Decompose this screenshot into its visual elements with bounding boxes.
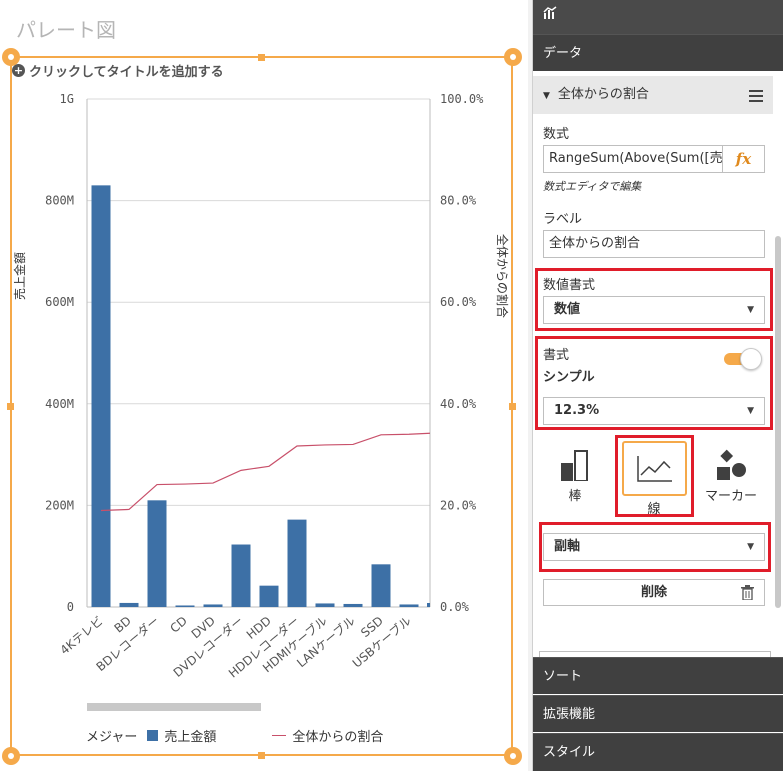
- chevron-down-icon: ▼: [747, 305, 754, 315]
- marker-type-icon: [717, 449, 746, 480]
- bar: [175, 605, 195, 607]
- resize-handle-bottom-left[interactable]: [2, 747, 20, 765]
- bar-type-icon: [561, 450, 588, 482]
- bar: [231, 544, 251, 607]
- panel-vertical-scrollbar[interactable]: [775, 236, 781, 608]
- label-field[interactable]: 全体からの割合: [543, 230, 765, 258]
- type-bar-label: 棒: [568, 489, 582, 504]
- bar: [315, 603, 335, 607]
- right-tick-label: 80.0%: [440, 194, 477, 208]
- right-tick-label: 60.0%: [440, 295, 477, 309]
- chevron-down-icon: ▼: [747, 542, 754, 552]
- add-title-prompt[interactable]: + クリックしてタイトルを追加する: [12, 61, 224, 80]
- type-line-label: 線: [647, 502, 661, 517]
- tab-extensions[interactable]: 拡張機能: [533, 695, 783, 732]
- right-tick-label: 20.0%: [440, 498, 477, 512]
- right-axis-title: 全体からの割合: [495, 234, 510, 318]
- expression-editor-hint[interactable]: 数式エディタで編集: [543, 178, 641, 194]
- resize-handle-top[interactable]: [258, 54, 265, 61]
- left-tick-label: 1G: [60, 92, 74, 106]
- type-line-option[interactable]: [622, 441, 687, 496]
- chart-horizontal-scrollbar[interactable]: [87, 703, 261, 711]
- legend-swatch-line: [272, 735, 287, 736]
- sheet-title[interactable]: パレート図: [16, 14, 116, 43]
- bar: [399, 604, 419, 607]
- left-axis-title: 売上金額: [12, 252, 27, 300]
- add-title-label: クリックしてタイトルを追加する: [29, 65, 224, 80]
- format-pattern-select[interactable]: 12.3% ▼: [543, 397, 765, 425]
- label-label: ラベル: [543, 212, 583, 227]
- resize-handle-bottom-right[interactable]: [504, 747, 522, 765]
- cumulative-line: [100, 432, 431, 512]
- bar: [147, 500, 167, 607]
- bar: [371, 564, 391, 607]
- caret-down-icon: ▼: [543, 91, 550, 101]
- properties-panel: データ ▼ 全体からの割合 数式 RangeSum(Above(Sum([売上 f…: [532, 0, 783, 771]
- bar: [119, 602, 139, 607]
- chart-legend: メジャー 売上金額 全体からの割合: [86, 726, 383, 745]
- measure-header-label: 全体からの割合: [557, 87, 649, 102]
- type-marker-option[interactable]: マーカー: [701, 449, 761, 504]
- hamburger-menu-icon[interactable]: [749, 90, 763, 105]
- bar: [343, 603, 363, 607]
- legend-item-bar: 売上金額: [164, 730, 217, 745]
- expression-field[interactable]: RangeSum(Above(Sum([売上: [543, 145, 723, 173]
- format-label: 書式: [543, 348, 570, 363]
- type-bar-option[interactable]: 棒: [545, 449, 605, 504]
- bar: [91, 185, 111, 608]
- combo-chart-icon: [543, 6, 557, 19]
- left-tick-label: 800M: [45, 194, 74, 208]
- legend-swatch-bar: [147, 730, 159, 741]
- x-tick-label: 4Kテレビ: [57, 614, 105, 658]
- fx-button[interactable]: fx: [722, 145, 765, 173]
- legend-item-line: 全体からの割合: [292, 730, 384, 745]
- line-type-icon: [637, 456, 672, 482]
- x-tick-label: CD: [167, 614, 190, 636]
- trash-icon: [741, 585, 754, 600]
- left-tick-label: 400M: [45, 397, 74, 411]
- number-format-value: 数値: [554, 302, 581, 317]
- pareto-chart[interactable]: 0 0.0% 200M 20.0% 400M 40.0% 600M 60.0% 800M 80.0…: [0, 80, 520, 680]
- resize-handle-top-right[interactable]: [504, 48, 522, 66]
- right-tick-label: 40.0%: [440, 397, 477, 411]
- bar: [287, 519, 307, 607]
- sheet-canvas: パレート図 + クリックしてタイトルを追加する 0 0.0% 200M 20.0% 40…: [0, 0, 532, 771]
- measure-section-header[interactable]: ▼ 全体からの割合: [533, 76, 773, 114]
- delete-measure-button[interactable]: 削除: [543, 579, 765, 606]
- tab-data[interactable]: データ: [533, 34, 783, 71]
- axis-value: 副軸: [554, 539, 581, 554]
- right-tick-label: 0.0%: [440, 600, 470, 614]
- format-pattern-value: 12.3%: [554, 403, 600, 418]
- axis-select[interactable]: 副軸 ▼: [543, 533, 765, 561]
- bar: [259, 585, 279, 607]
- format-toggle[interactable]: [724, 348, 764, 370]
- left-tick-label: 200M: [45, 498, 74, 512]
- type-marker-label: マーカー: [704, 489, 757, 504]
- right-tick-label: 100.0%: [440, 92, 484, 106]
- format-mode-label: シンプル: [543, 370, 595, 385]
- panel-header: [533, 0, 783, 34]
- expression-label: 数式: [543, 127, 570, 142]
- left-tick-label: 600M: [45, 295, 74, 309]
- plus-circle-icon: +: [12, 64, 25, 77]
- delete-label: 削除: [640, 585, 667, 600]
- resize-handle-bottom[interactable]: [258, 752, 265, 759]
- tab-sort[interactable]: ソート: [533, 657, 783, 694]
- left-tick-label: 0: [67, 600, 74, 614]
- legend-title: メジャー: [86, 730, 138, 745]
- bar-partial: [427, 603, 430, 607]
- number-format-select[interactable]: 数値 ▼: [543, 296, 765, 324]
- tab-style[interactable]: スタイル: [533, 733, 783, 771]
- sheet: パレート図 + クリックしてタイトルを追加する 0 0.0% 200M 20.0% 40…: [0, 0, 528, 771]
- number-format-label: 数値書式: [543, 278, 596, 293]
- chevron-down-icon: ▼: [747, 406, 754, 416]
- bar: [203, 604, 223, 607]
